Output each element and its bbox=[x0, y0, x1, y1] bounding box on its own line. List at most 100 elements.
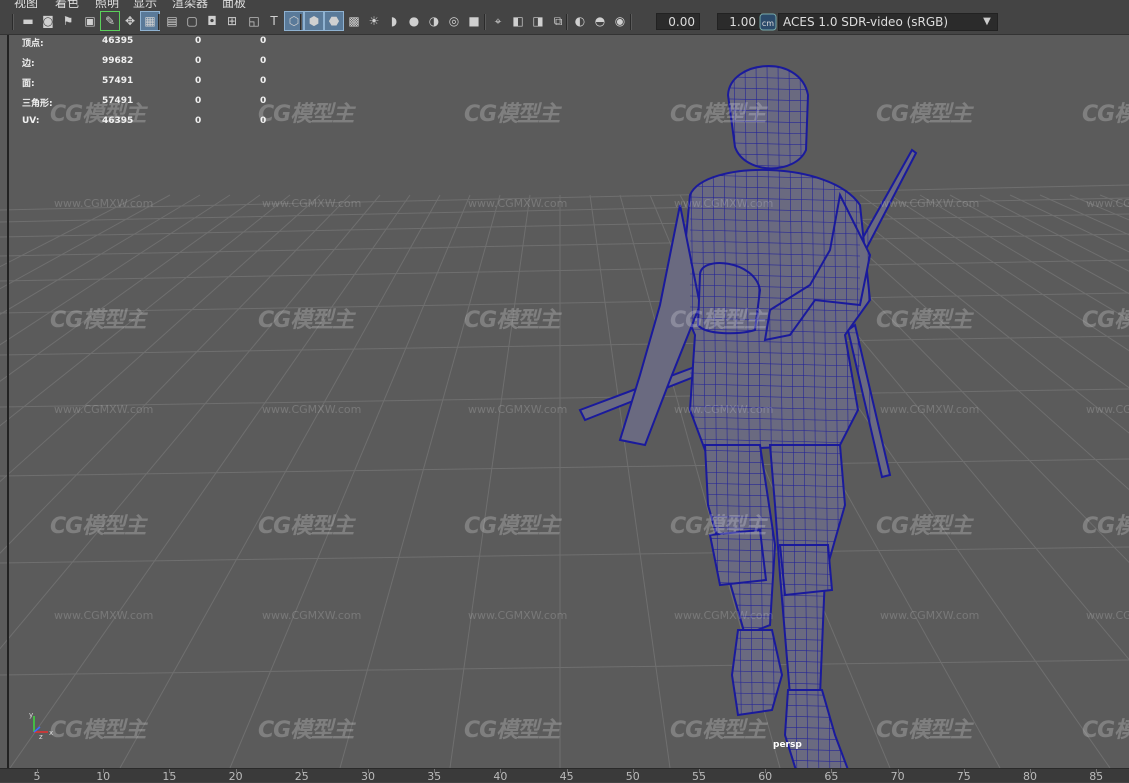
grid-line bbox=[0, 659, 1129, 676]
use-all-lights-icon[interactable]: ☀ bbox=[364, 11, 384, 31]
film-gate-icon[interactable]: ▤ bbox=[162, 11, 182, 31]
grid-line bbox=[0, 335, 1129, 356]
watermark-logo: CG模型主 bbox=[50, 102, 146, 127]
mesh-line bbox=[689, 702, 861, 708]
watermark-logo: CG模型主 bbox=[258, 102, 354, 127]
camera-name-label: persp bbox=[773, 740, 802, 750]
character-wireframe[interactable] bbox=[578, 65, 918, 768]
watermark-url: www.CGMXW.com bbox=[468, 197, 568, 210]
timeline-tick bbox=[103, 769, 105, 773]
watermark-logo: CG模型主 bbox=[258, 514, 354, 539]
watermark-url: www.CGMXW.com bbox=[674, 403, 774, 416]
2d-pan-zoom-icon[interactable]: ✥ bbox=[120, 11, 140, 31]
camera-icon[interactable]: ▬ bbox=[18, 11, 38, 31]
screen-space-ao-icon[interactable]: ● bbox=[404, 11, 424, 31]
grid-line bbox=[449, 194, 531, 768]
watermark-logo: CG模型主 bbox=[464, 718, 560, 743]
exposure-icon[interactable]: ◐ bbox=[570, 11, 590, 31]
menu-item-4[interactable]: 渲染器 bbox=[172, 0, 208, 8]
mesh-line bbox=[854, 66, 864, 768]
camera-attributes-icon[interactable]: ◙ bbox=[38, 11, 58, 31]
grease-pencil-icon[interactable]: ✎ bbox=[100, 11, 120, 31]
timeline-tick bbox=[897, 769, 899, 773]
grid-icon[interactable]: ▦ bbox=[140, 11, 160, 31]
hud-label: 面: bbox=[22, 79, 35, 89]
wireframe-on-shaded-icon[interactable]: ⬣ bbox=[324, 11, 344, 31]
image-plane-icon[interactable]: ▣ bbox=[80, 11, 100, 31]
shadows-icon[interactable]: ◗ bbox=[384, 11, 404, 31]
grid-line bbox=[0, 194, 201, 315]
anti-aliasing-icon[interactable]: ◎ bbox=[444, 11, 464, 31]
toolbar-separator bbox=[566, 14, 568, 30]
boot-right bbox=[783, 689, 849, 768]
xray-icon[interactable]: ◧ bbox=[508, 11, 528, 31]
svg-text:cm: cm bbox=[762, 19, 774, 28]
watermark-url: www.CGMXW.com bbox=[674, 197, 774, 210]
time-slider[interactable]: 5 10 15 20 25 30 35 40 45 50 55 60 65 70 75 80 85 bbox=[0, 768, 1129, 783]
menu-item-2[interactable]: 照明 bbox=[95, 0, 119, 8]
field-chart-icon[interactable]: ⊞ bbox=[222, 11, 242, 31]
watermark-url: www.CGMXW.com bbox=[1086, 609, 1129, 622]
timeline-tick bbox=[831, 769, 833, 773]
smooth-shade-icon[interactable]: ⬢ bbox=[304, 11, 324, 31]
grid-line bbox=[919, 194, 1129, 321]
menu-item-0[interactable]: 视图 bbox=[14, 0, 38, 8]
watermark-url: www.CGMXW.com bbox=[1086, 403, 1129, 416]
gate-mask-icon[interactable]: ◘ bbox=[202, 11, 222, 31]
grid-line bbox=[0, 213, 1129, 238]
toolbar-separator bbox=[158, 14, 160, 30]
gamma-icon[interactable]: ◓ bbox=[590, 11, 610, 31]
timeline-tick bbox=[235, 769, 237, 773]
watermark-logo: CG模型主 bbox=[1082, 718, 1129, 743]
color-management-toggle-icon[interactable]: cm bbox=[758, 12, 778, 32]
watermark-url: www.CGMXW.com bbox=[54, 403, 154, 416]
hud-value: 0 bbox=[195, 36, 202, 46]
hud-value: 0 bbox=[195, 76, 202, 86]
menu-item-1[interactable]: 着色 bbox=[55, 0, 79, 8]
hud-value: 0 bbox=[195, 116, 202, 126]
exposure-field[interactable]: 0.00 bbox=[656, 13, 700, 30]
axis-z-label: z bbox=[39, 733, 43, 740]
hud-row: 顶点: 46395 0 0 bbox=[22, 36, 302, 56]
watermark-url: www.CGMXW.com bbox=[262, 609, 362, 622]
resolution-gate-icon[interactable]: ▢ bbox=[182, 11, 202, 31]
timeline-tick bbox=[37, 769, 38, 773]
watermark-url: www.CGMXW.com bbox=[880, 197, 980, 210]
safe-action-icon[interactable]: ◱ bbox=[244, 11, 264, 31]
bookmark-icon[interactable]: ⚑ bbox=[58, 11, 78, 31]
safe-title-icon[interactable]: T bbox=[264, 11, 284, 31]
hud-value: 0 bbox=[260, 36, 267, 46]
hud-value: 0 bbox=[195, 96, 202, 106]
grid-line bbox=[859, 194, 1129, 389]
timeline-tick bbox=[169, 769, 171, 773]
color-management-icon[interactable]: ◉ bbox=[610, 11, 630, 31]
depth-of-field-icon[interactable]: ■ bbox=[464, 11, 484, 31]
scene-canvas[interactable] bbox=[0, 35, 1129, 768]
hud-row: 边: 99682 0 0 bbox=[22, 56, 302, 76]
backface-icon[interactable]: ⧉ bbox=[548, 11, 568, 31]
isolate-select-icon[interactable]: ⌖ bbox=[488, 11, 508, 31]
axis-x-label: x bbox=[49, 729, 53, 737]
mesh-line bbox=[689, 581, 861, 587]
timeline-tick bbox=[1030, 769, 1031, 773]
grid-line bbox=[0, 194, 381, 650]
grid-line bbox=[1099, 194, 1129, 208]
perspective-viewport[interactable] bbox=[0, 35, 1129, 768]
watermark-logo: CG模型主 bbox=[876, 308, 972, 333]
colorspace-dropdown[interactable]: ACES 1.0 SDR-video (sRGB) ▼ bbox=[778, 13, 998, 31]
timeline-tick bbox=[368, 769, 369, 773]
timeline-tick bbox=[500, 769, 502, 773]
watermark-logo: CG模型主 bbox=[1082, 514, 1129, 539]
gamma-field[interactable]: 1.00 bbox=[717, 13, 761, 30]
grid-line bbox=[0, 194, 351, 554]
xray-joints-icon[interactable]: ◨ bbox=[528, 11, 548, 31]
textured-icon[interactable]: ▩ bbox=[344, 11, 364, 31]
watermark-logo: CG模型主 bbox=[670, 308, 766, 333]
menu-item-5[interactable]: 面板 bbox=[222, 0, 246, 8]
watermark-logo: CG模型主 bbox=[258, 308, 354, 333]
motion-blur-icon[interactable]: ◑ bbox=[424, 11, 444, 31]
watermark-logo: CG模型主 bbox=[464, 102, 560, 127]
watermark-url: www.CGMXW.com bbox=[674, 609, 774, 622]
mesh-line bbox=[689, 603, 861, 609]
menu-item-3[interactable]: 显示 bbox=[133, 0, 157, 8]
